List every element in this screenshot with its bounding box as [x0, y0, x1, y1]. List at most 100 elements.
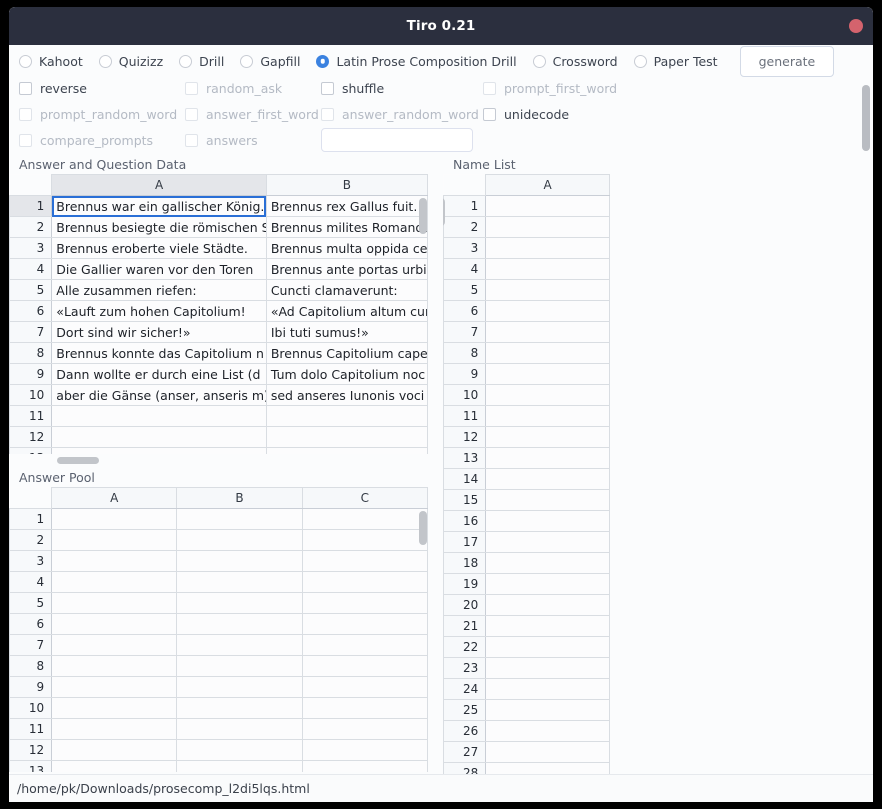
cell-A24[interactable]	[485, 678, 610, 700]
table-row[interactable]: 4	[9, 571, 429, 593]
radio-indicator-icon[interactable]	[179, 54, 193, 68]
cell-C10[interactable]	[301, 697, 429, 719]
row-header-5[interactable]: 5	[9, 592, 53, 614]
cell-A8[interactable]: Brennus konnte das Capitolium n	[51, 342, 267, 364]
cell-B9[interactable]: Tum dolo Capitolium noc	[265, 363, 429, 385]
pool-vertical-scrollbar-thumb[interactable]	[419, 511, 427, 545]
row-header-11[interactable]: 11	[443, 405, 487, 427]
cell-A21[interactable]	[485, 615, 610, 637]
table-row[interactable]: 11	[443, 405, 610, 427]
column-header-A[interactable]: A	[51, 174, 267, 196]
mode-radio-kahoot[interactable]: Kahoot	[19, 54, 99, 69]
cell-C11[interactable]	[301, 718, 429, 740]
row-header-21[interactable]: 21	[443, 615, 487, 637]
cell-B2[interactable]: Brennus milites Romanos	[265, 216, 429, 238]
cell-A11[interactable]	[51, 718, 178, 740]
radio-indicator-icon[interactable]	[532, 54, 546, 68]
checkbox-indicator-icon[interactable]	[483, 107, 496, 121]
cell-A10[interactable]	[51, 697, 178, 719]
cell-A20[interactable]	[485, 594, 610, 616]
column-header-B[interactable]: B	[176, 487, 303, 509]
radio-indicator-icon[interactable]	[19, 54, 32, 68]
table-row[interactable]: 4 Die Gallier waren vor den Toren Brennus …	[9, 258, 429, 280]
cell-A11[interactable]	[51, 405, 267, 427]
cell-B3[interactable]: Brennus multa oppida ce	[265, 237, 429, 259]
row-header-25[interactable]: 25	[443, 699, 487, 721]
cell-B12[interactable]	[176, 739, 303, 761]
qa-vertical-scrollbar[interactable]	[417, 196, 429, 454]
cell-C13[interactable]	[301, 760, 429, 772]
row-header-8[interactable]: 8	[9, 655, 53, 677]
cell-A27[interactable]	[485, 741, 610, 763]
pool-sheet[interactable]: A B C 1 2 3 4 5 6 7 8 9 10 11 12 13	[9, 487, 443, 772]
qa-vertical-scrollbar-thumb[interactable]	[419, 198, 427, 234]
cell-B11[interactable]	[265, 405, 429, 427]
cell-A12[interactable]	[51, 739, 178, 761]
cell-A8[interactable]	[485, 342, 610, 364]
radio-indicator-icon[interactable]	[98, 54, 112, 68]
qa-horizontal-scrollbar-thumb[interactable]	[57, 457, 99, 464]
cell-A12[interactable]	[485, 426, 610, 448]
cell-A18[interactable]	[485, 552, 610, 574]
row-header-7[interactable]: 7	[9, 321, 53, 343]
table-row[interactable]: 2	[443, 216, 610, 238]
row-header-10[interactable]: 10	[9, 697, 53, 719]
table-row[interactable]: 5	[9, 592, 429, 614]
grid-corner[interactable]	[443, 174, 487, 196]
names-vertical-scrollbar[interactable]	[443, 196, 447, 774]
checkbox-indicator-icon[interactable]	[321, 81, 334, 95]
cell-B9[interactable]	[176, 676, 303, 698]
table-row[interactable]: 4	[443, 258, 610, 280]
cell-C6[interactable]	[301, 613, 429, 635]
row-header-22[interactable]: 22	[443, 636, 487, 658]
qa-grid[interactable]: A B 1 Brennus war ein gallischer König. Bren…	[9, 174, 429, 454]
page-vertical-scrollbar[interactable]	[859, 45, 873, 774]
cell-B6[interactable]: «Ad Capitolium altum cur	[265, 300, 429, 322]
table-row[interactable]: 22	[443, 636, 610, 658]
generate-button[interactable]: generate	[739, 45, 835, 77]
table-row[interactable]: 26	[443, 720, 610, 742]
cell-A15[interactable]	[485, 489, 610, 511]
row-header-5[interactable]: 5	[443, 279, 487, 301]
table-row[interactable]: 21	[443, 615, 610, 637]
radio-indicator-icon[interactable]	[316, 54, 330, 68]
row-header-9[interactable]: 9	[9, 676, 53, 698]
cell-A13[interactable]	[51, 760, 178, 772]
table-row[interactable]: 1	[443, 195, 610, 217]
table-row[interactable]: 11	[9, 405, 429, 427]
cell-A7[interactable]	[485, 321, 610, 343]
table-row[interactable]: 7	[443, 321, 610, 343]
row-header-1[interactable]: 1	[9, 195, 53, 217]
cell-A7[interactable]	[51, 634, 178, 656]
row-header-4[interactable]: 4	[443, 258, 487, 280]
qa-sheet[interactable]: A B 1 Brennus war ein gallischer König. Bren…	[9, 174, 443, 454]
cell-B1[interactable]: Brennus rex Gallus fuit.	[265, 195, 429, 217]
table-row[interactable]: 11	[9, 718, 429, 740]
row-header-3[interactable]: 3	[9, 550, 53, 572]
cell-A1[interactable]	[485, 195, 610, 217]
row-header-2[interactable]: 2	[443, 216, 487, 238]
row-header-17[interactable]: 17	[443, 531, 487, 553]
cell-C1[interactable]	[301, 508, 429, 530]
cell-A10[interactable]	[485, 384, 610, 406]
checkbox-indicator-icon[interactable]	[19, 81, 32, 95]
row-header-10[interactable]: 10	[9, 384, 53, 406]
pool-vertical-scrollbar[interactable]	[417, 509, 429, 771]
cell-B13[interactable]	[176, 760, 303, 772]
cell-B4[interactable]: Brennus ante portas urbi	[265, 258, 429, 280]
cell-A12[interactable]	[51, 426, 267, 448]
cell-C9[interactable]	[301, 676, 429, 698]
table-row[interactable]: 19	[443, 573, 610, 595]
cell-B11[interactable]	[176, 718, 303, 740]
cell-A19[interactable]	[485, 573, 610, 595]
qa-horizontal-scrollbar[interactable]	[9, 454, 443, 466]
row-header-1[interactable]: 1	[443, 195, 487, 217]
row-header-9[interactable]: 9	[443, 363, 487, 385]
table-row[interactable]: 5 Alle zusammen riefen: Cuncti clamaverunt…	[9, 279, 429, 301]
row-header-7[interactable]: 7	[9, 634, 53, 656]
mode-radio-drill[interactable]: Drill	[179, 54, 240, 69]
table-row[interactable]: 14	[443, 468, 610, 490]
row-header-6[interactable]: 6	[9, 300, 53, 322]
cell-A9[interactable]	[485, 363, 610, 385]
table-row[interactable]: 27	[443, 741, 610, 763]
